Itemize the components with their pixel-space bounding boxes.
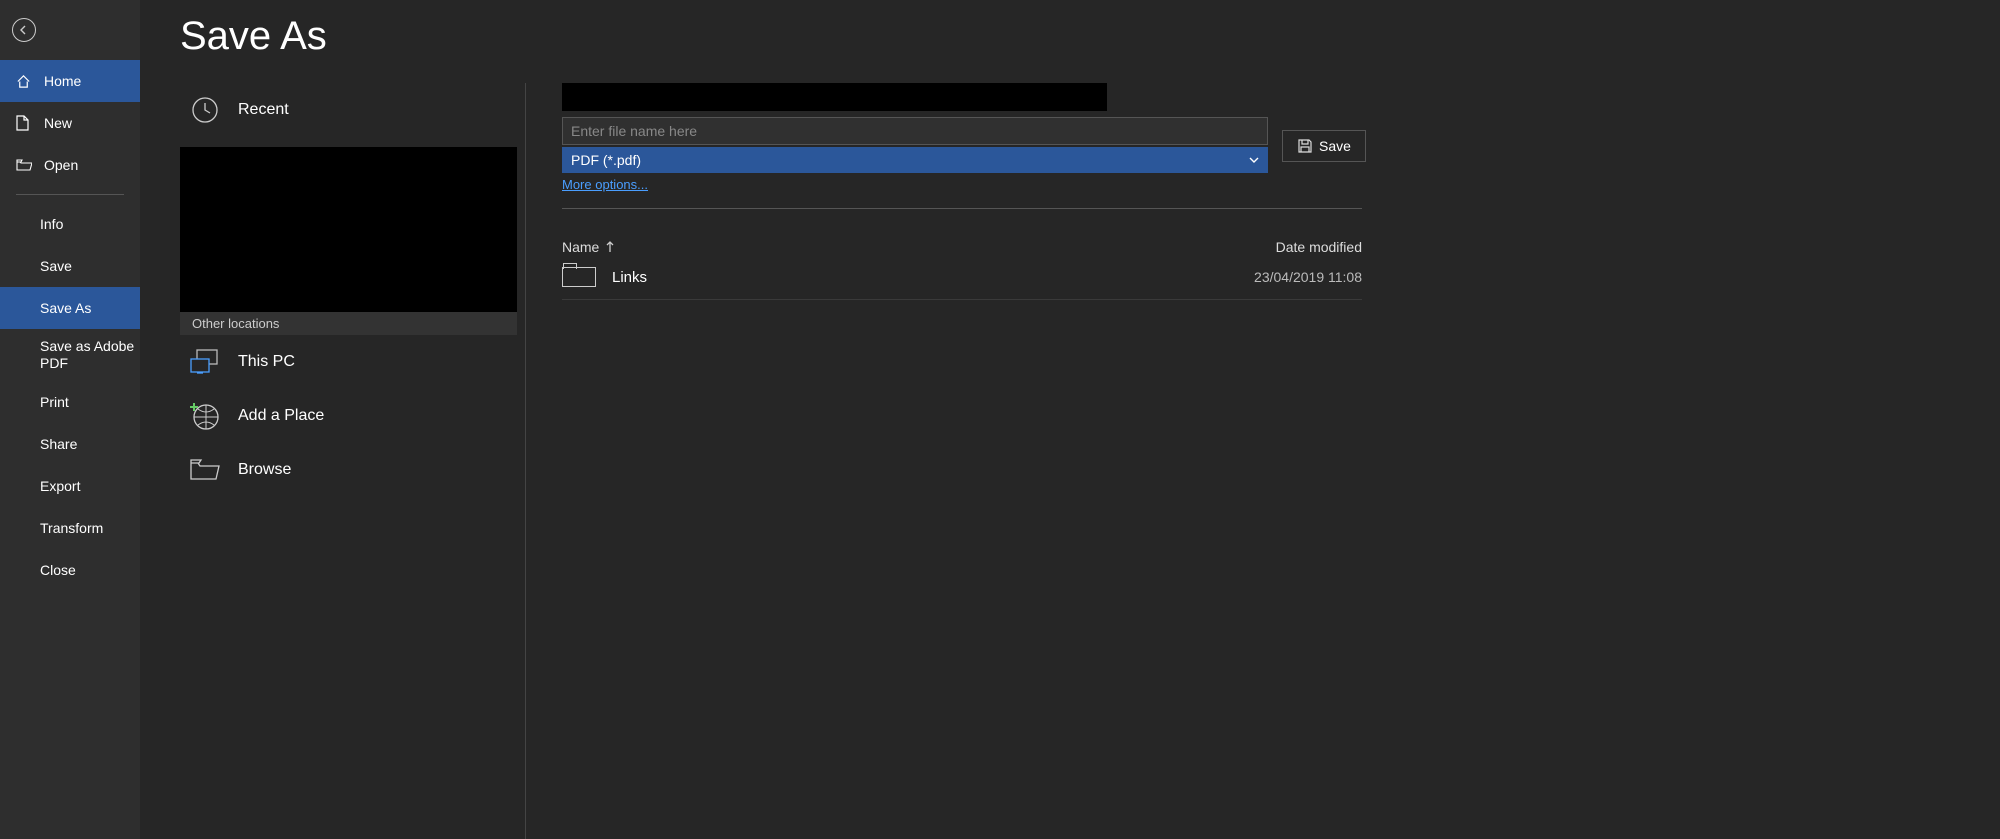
nav-save-as-adobe[interactable]: Save as Adobe PDF — [0, 329, 140, 381]
nav-info-label: Info — [40, 216, 63, 232]
back-button[interactable] — [0, 0, 140, 60]
location-browse-label: Browse — [238, 461, 291, 479]
nav-open-label: Open — [44, 157, 78, 173]
locations-panel: Recent Other locations This PC Add a Pla… — [180, 83, 526, 839]
recent-preview-area — [180, 147, 517, 312]
detail-panel: PDF (*.pdf) Save More options... — [526, 83, 2000, 839]
sidebar-divider — [16, 194, 124, 195]
column-name-header[interactable]: Name — [562, 239, 1202, 255]
column-name-label: Name — [562, 239, 599, 255]
location-add-place-label: Add a Place — [238, 407, 324, 425]
columns: Recent Other locations This PC Add a Pla… — [180, 83, 2000, 839]
nav-transform[interactable]: Transform — [0, 507, 140, 549]
nav-new[interactable]: New — [0, 102, 140, 144]
backstage-sidebar: Home New Open Info Save Save As Save as … — [0, 0, 140, 839]
chevron-down-icon — [1249, 157, 1259, 163]
nav-transform-label: Transform — [40, 520, 103, 536]
save-disk-icon — [1297, 138, 1313, 154]
location-this-pc-label: This PC — [238, 353, 295, 371]
folder-open-icon — [16, 159, 34, 172]
page-title: Save As — [180, 14, 2000, 59]
document-icon — [16, 115, 34, 131]
sort-arrow-up-icon — [605, 241, 615, 253]
nav-save-as-label: Save As — [40, 300, 91, 316]
nav-new-label: New — [44, 115, 72, 131]
file-list-header: Name Date modified — [562, 239, 1362, 255]
nav-share[interactable]: Share — [0, 423, 140, 465]
nav-export-label: Export — [40, 478, 80, 494]
save-button-label: Save — [1319, 138, 1351, 154]
nav-open[interactable]: Open — [0, 144, 140, 186]
type-row: PDF (*.pdf) Save — [562, 147, 1940, 173]
nav-export[interactable]: Export — [0, 465, 140, 507]
home-icon — [16, 74, 34, 89]
nav-print-label: Print — [40, 394, 69, 410]
nav-share-label: Share — [40, 436, 77, 452]
nav-close[interactable]: Close — [0, 549, 140, 591]
file-type-dropdown[interactable]: PDF (*.pdf) — [562, 147, 1268, 173]
column-date-label: Date modified — [1276, 239, 1362, 255]
other-locations-label: Other locations — [180, 312, 517, 335]
file-type-value: PDF (*.pdf) — [571, 152, 641, 168]
location-recent[interactable]: Recent — [180, 83, 517, 137]
folder-icon — [190, 455, 220, 485]
save-button[interactable]: Save — [1282, 130, 1366, 162]
file-row[interactable]: Links 23/04/2019 11:08 — [562, 255, 1362, 300]
location-recent-label: Recent — [238, 101, 289, 119]
path-bar[interactable] — [562, 83, 1107, 111]
clock-icon — [190, 95, 220, 125]
nav-home-label: Home — [44, 73, 81, 89]
filename-input[interactable] — [562, 117, 1268, 145]
nav-home[interactable]: Home — [0, 60, 140, 102]
more-options-link[interactable]: More options... — [562, 177, 648, 192]
detail-divider — [562, 208, 1362, 209]
nav-close-label: Close — [40, 562, 76, 578]
nav-info[interactable]: Info — [0, 203, 140, 245]
nav-save-as-adobe-label: Save as Adobe PDF — [40, 338, 140, 373]
filename-row — [562, 117, 1268, 145]
nav-save-as[interactable]: Save As — [0, 287, 140, 329]
file-date: 23/04/2019 11:08 — [1202, 269, 1362, 285]
back-arrow-icon — [12, 18, 36, 42]
nav-save-label: Save — [40, 258, 72, 274]
nav-print[interactable]: Print — [0, 381, 140, 423]
folder-icon — [562, 267, 596, 287]
location-add-place[interactable]: Add a Place — [180, 389, 517, 443]
column-date-header[interactable]: Date modified — [1202, 239, 1362, 255]
location-this-pc[interactable]: This PC — [180, 335, 517, 389]
nav-save[interactable]: Save — [0, 245, 140, 287]
globe-plus-icon — [190, 401, 220, 431]
file-name: Links — [612, 269, 1202, 286]
this-pc-icon — [190, 347, 220, 377]
location-browse[interactable]: Browse — [180, 443, 517, 497]
app-root: Home New Open Info Save Save As Save as … — [0, 0, 2000, 839]
main-area: Save As Recent Other locations This PC — [140, 0, 2000, 839]
